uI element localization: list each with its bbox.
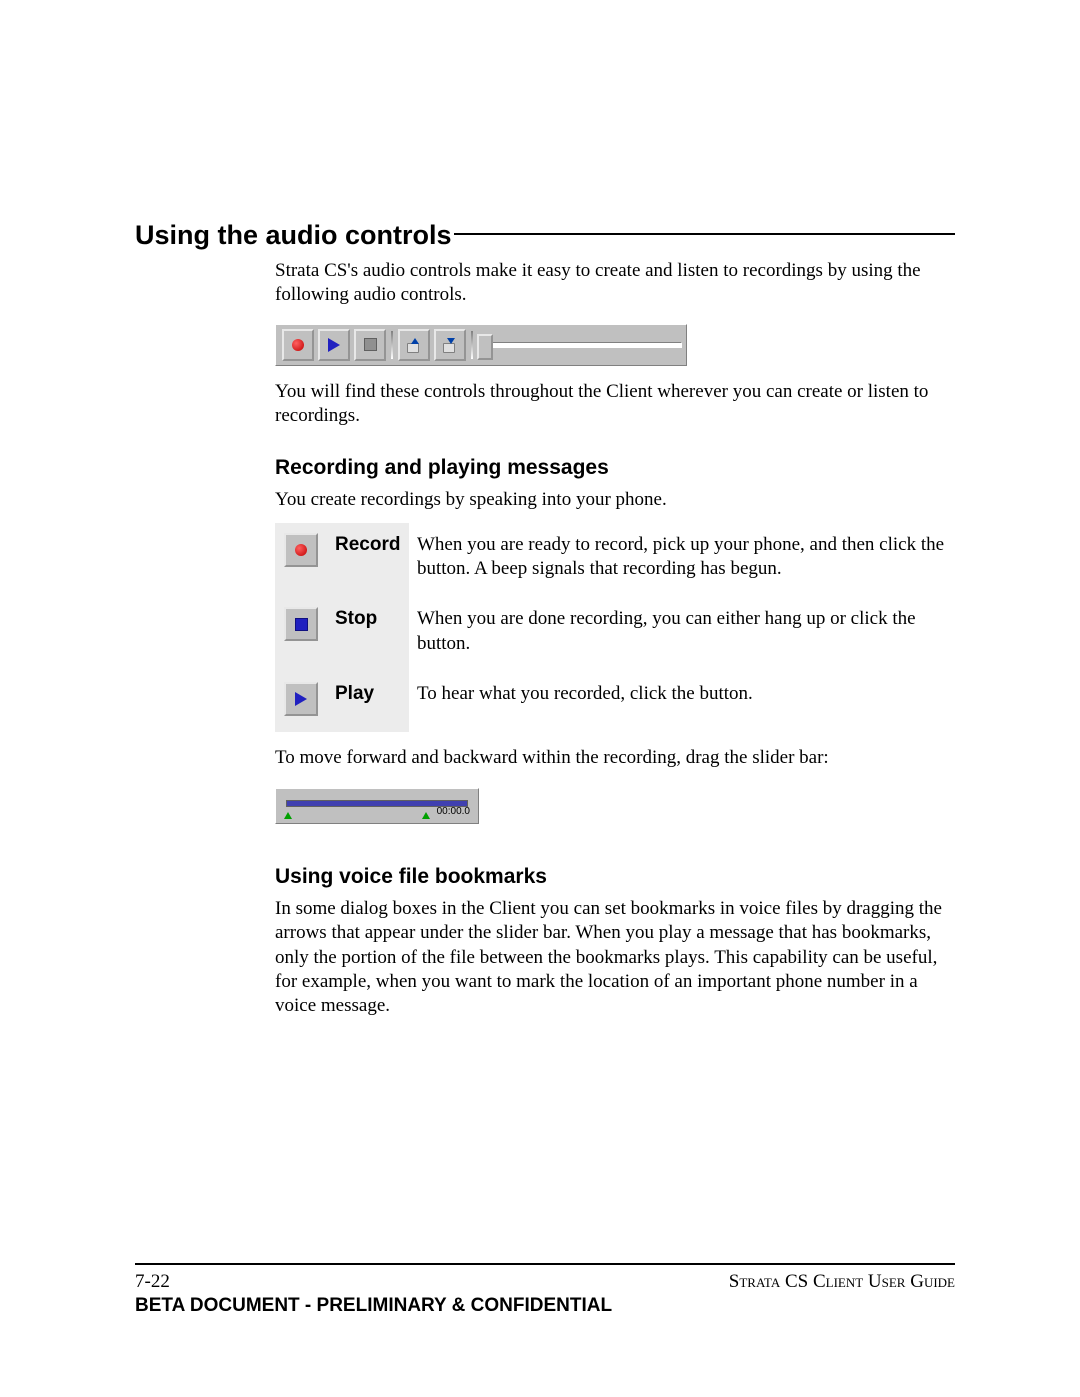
slider-track	[482, 342, 682, 348]
subheading-recording: Recording and playing messages	[275, 456, 955, 480]
heading-rule	[454, 233, 955, 235]
bookmarks-paragraph: In some dialog boxes in the Client you c…	[275, 897, 955, 1019]
audio-toolbar	[275, 324, 687, 366]
record-button[interactable]	[282, 329, 314, 361]
control-label: Stop	[327, 597, 409, 672]
section-heading: Using the audio controls	[135, 220, 955, 251]
stop-button[interactable]	[284, 607, 318, 641]
record-icon	[292, 339, 304, 351]
toolbar-separator	[391, 331, 393, 359]
toolbar-separator	[471, 331, 473, 359]
stop-icon	[364, 338, 377, 351]
slider-thumb[interactable]	[477, 334, 493, 360]
stop-button[interactable]	[354, 329, 386, 361]
page-footer: 7-22 Strata CS Client User Guide BETA DO…	[135, 1263, 955, 1317]
play-button[interactable]	[318, 329, 350, 361]
control-label: Record	[327, 523, 409, 598]
control-description: When you are done recording, you can eit…	[409, 597, 955, 672]
table-row	[275, 523, 327, 598]
control-description: When you are ready to record, pick up yo…	[409, 523, 955, 598]
stop-icon	[295, 618, 308, 631]
bookmark-end-icon[interactable]	[422, 812, 430, 819]
sub1-intro: You create recordings by speaking into y…	[275, 488, 955, 512]
table-row	[275, 672, 327, 732]
position-slider[interactable]	[482, 331, 682, 359]
slider-time: 00:00.0	[437, 806, 470, 817]
record-button[interactable]	[284, 533, 318, 567]
export-icon	[443, 338, 457, 352]
confidential-notice: BETA DOCUMENT - PRELIMINARY & CONFIDENTI…	[135, 1295, 955, 1317]
table-row	[275, 597, 327, 672]
play-icon	[295, 692, 307, 706]
import-icon	[407, 338, 421, 352]
export-button[interactable]	[434, 329, 466, 361]
footer-rule	[135, 1263, 955, 1265]
bookmark-start-icon[interactable]	[284, 812, 292, 819]
control-label: Play	[327, 672, 409, 732]
record-icon	[295, 544, 307, 556]
guide-name: Strata CS Client User Guide	[729, 1271, 955, 1293]
control-description: To hear what you recorded, click the but…	[409, 672, 955, 732]
play-button[interactable]	[284, 682, 318, 716]
section-title-text: Using the audio controls	[135, 220, 452, 251]
intro-paragraph: Strata CS's audio controls make it easy …	[275, 259, 955, 308]
controls-table: Record When you are ready to record, pic…	[275, 523, 955, 732]
import-button[interactable]	[398, 329, 430, 361]
after-toolbar-paragraph: You will find these controls throughout …	[275, 380, 955, 429]
page-number: 7-22	[135, 1271, 170, 1293]
slider-note: To move forward and backward within the …	[275, 746, 955, 770]
play-icon	[328, 338, 340, 352]
slider-figure: 00:00.0	[275, 788, 479, 824]
subheading-bookmarks: Using voice file bookmarks	[275, 865, 955, 889]
